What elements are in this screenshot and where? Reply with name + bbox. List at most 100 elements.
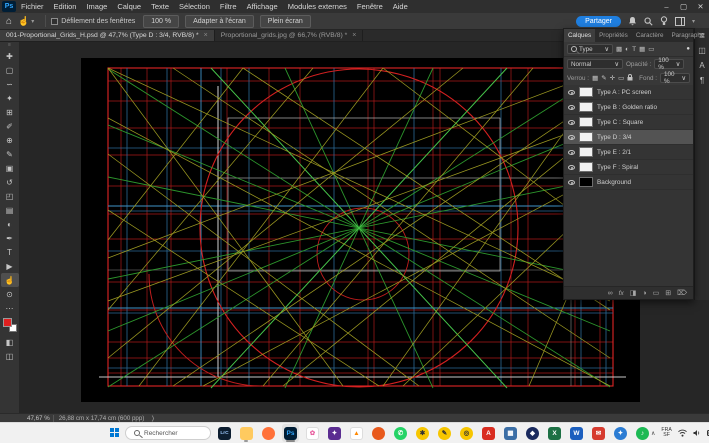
toolbar-grip[interactable]: ≡ — [8, 42, 11, 49]
history-brush-tool[interactable]: ↺ — [1, 175, 19, 189]
layer-row-type-f[interactable]: Type F : Spiral — [564, 160, 693, 175]
volume-icon[interactable] — [693, 429, 701, 437]
visibility-eye-icon[interactable] — [568, 105, 575, 110]
taskbar-app-calculator[interactable]: ▦ — [502, 424, 519, 442]
taskbar-app-firefox[interactable] — [260, 424, 277, 442]
fit-screen-button[interactable]: Adapter à l'écran — [185, 15, 254, 28]
wifi-icon[interactable] — [678, 429, 687, 437]
layer-row-background[interactable]: Background — [564, 175, 693, 190]
bell-icon[interactable] — [628, 16, 637, 26]
opacity-select[interactable]: 100 % ∨ — [654, 59, 684, 69]
move-tool[interactable]: ✚ — [1, 49, 19, 63]
language-indicator[interactable]: FRA SF — [661, 428, 671, 439]
lock-transparency-icon[interactable]: ▦ — [592, 74, 598, 82]
tab-calques[interactable]: Calques — [564, 29, 595, 42]
document-canvas[interactable] — [81, 58, 640, 402]
visibility-eye-icon[interactable] — [568, 120, 575, 125]
tab-proprietes[interactable]: Propriétés — [595, 29, 632, 42]
dock-libraries-icon[interactable]: ◫ — [698, 46, 706, 55]
taskbar-app-navy-circle[interactable]: ◆ — [524, 424, 541, 442]
filter-shape-layers-icon[interactable]: ▦ — [639, 45, 645, 53]
taskbar-app-word[interactable]: W — [568, 424, 585, 442]
taskbar-app-blue-circle[interactable]: ✦ — [612, 424, 629, 442]
layer-thumbnail[interactable] — [579, 117, 593, 127]
adjustment-layer-icon[interactable]: ◑ — [642, 290, 646, 297]
new-layer-icon[interactable]: ⊞ — [665, 289, 671, 297]
taskbar-app-green-circle[interactable]: ♪ — [634, 424, 651, 442]
taskbar-app-red-square[interactable]: ✉ — [590, 424, 607, 442]
filter-type-select[interactable]: Type ∨ — [567, 44, 613, 54]
workspace-icon[interactable] — [675, 17, 685, 26]
minimize-button[interactable]: – — [658, 0, 675, 13]
more-tools-icon[interactable]: ⋯ — [1, 301, 19, 315]
tab-caractere[interactable]: Caractère — [632, 29, 668, 42]
delete-layer-icon[interactable]: ⌦ — [677, 289, 687, 297]
menu-fichier[interactable]: Fichier — [16, 0, 49, 13]
layer-mask-icon[interactable]: ◨ — [630, 289, 637, 297]
taskbar-app-lightroom-classic[interactable]: LrC — [216, 424, 233, 442]
taskbar-app-photos[interactable]: ✿ — [304, 424, 321, 442]
tab-close-icon[interactable]: × — [204, 32, 208, 39]
layer-row-type-e[interactable]: Type E : 2/1 — [564, 145, 693, 160]
menu-edition[interactable]: Edition — [49, 0, 82, 13]
clone-stamp-tool[interactable]: ▣ — [1, 161, 19, 175]
status-chevron-icon[interactable]: ❭ — [150, 415, 155, 422]
tab-paragraphe[interactable]: Paragraphe — [667, 29, 708, 42]
screen-mode-icon[interactable]: ◫ — [1, 349, 19, 363]
filter-type-layers-icon[interactable]: T — [632, 46, 636, 53]
hand-tool[interactable]: ☝ — [1, 273, 19, 287]
maximize-button[interactable]: ▢ — [675, 0, 692, 13]
path-selection-tool[interactable]: ▶ — [1, 259, 19, 273]
lock-artboard-icon[interactable]: ▭ — [618, 74, 624, 82]
quick-mask-icon[interactable]: ◧ — [1, 335, 19, 349]
scroll-all-windows-checkbox[interactable] — [51, 18, 58, 25]
menu-image[interactable]: Image — [81, 0, 112, 13]
object-selection-tool[interactable]: ✦ — [1, 91, 19, 105]
hidden-icons-chevron[interactable]: ∧ — [651, 430, 655, 437]
brush-tool[interactable]: ✎ — [1, 147, 19, 161]
link-layers-icon[interactable]: ∞ — [608, 290, 613, 297]
zoom-level-field[interactable]: 47,67 % — [24, 415, 54, 422]
menu-fenetre[interactable]: Fenêtre — [352, 0, 388, 13]
taskbar-app-acrobat[interactable]: A — [480, 424, 497, 442]
menu-modules-externes[interactable]: Modules externes — [283, 0, 352, 13]
zoom-100-button[interactable]: 100 % — [143, 15, 179, 28]
layer-row-type-d-selected[interactable]: Type D : 3/4 — [564, 130, 693, 145]
pen-tool[interactable]: ✒ — [1, 231, 19, 245]
menu-aide[interactable]: Aide — [388, 0, 413, 13]
visibility-eye-icon[interactable] — [568, 135, 575, 140]
filter-pixel-layers-icon[interactable]: ▩ — [616, 45, 622, 53]
type-tool[interactable]: T — [1, 245, 19, 259]
search-icon[interactable] — [644, 17, 653, 26]
taskbar-app-whatsapp[interactable]: ✆ — [392, 424, 409, 442]
lasso-tool[interactable]: ∽ — [1, 77, 19, 91]
eraser-tool[interactable]: ◰ — [1, 189, 19, 203]
menu-selection[interactable]: Sélection — [174, 0, 215, 13]
taskbar-app-purple[interactable]: ✦ — [326, 424, 343, 442]
start-button[interactable] — [110, 428, 120, 438]
layer-style-fx-icon[interactable]: fx — [619, 290, 624, 297]
layer-thumbnail[interactable] — [579, 162, 593, 172]
gradient-tool[interactable]: ▤ — [1, 203, 19, 217]
layer-thumbnail[interactable] — [579, 87, 593, 97]
full-screen-button[interactable]: Plein écran — [260, 15, 311, 28]
hand-tool-icon[interactable]: ☝ — [18, 16, 29, 27]
visibility-eye-icon[interactable] — [568, 90, 575, 95]
filter-smart-objects-icon[interactable]: ▭ — [648, 45, 654, 53]
filter-adjustment-layers-icon[interactable]: ◐ — [625, 46, 629, 53]
marquee-tool[interactable]: ▢ — [1, 63, 19, 77]
crop-tool[interactable]: ⊞ — [1, 105, 19, 119]
lock-position-icon[interactable]: ✛ — [610, 74, 615, 82]
zoom-tool[interactable]: ⊙ — [1, 287, 19, 301]
lightbulb-icon[interactable] — [660, 16, 668, 26]
share-button[interactable]: Partager — [576, 16, 621, 27]
menu-texte[interactable]: Texte — [146, 0, 174, 13]
new-group-icon[interactable]: ▭ — [653, 289, 660, 297]
lock-all-icon[interactable] — [627, 74, 633, 83]
blend-mode-select[interactable]: Normal ∨ — [567, 59, 623, 69]
layer-thumbnail[interactable] — [579, 177, 593, 187]
close-button[interactable]: ✕ — [692, 0, 709, 13]
visibility-eye-icon[interactable] — [568, 180, 575, 185]
dodge-tool[interactable]: ◐ — [1, 217, 19, 231]
menu-affichage[interactable]: Affichage — [242, 0, 283, 13]
